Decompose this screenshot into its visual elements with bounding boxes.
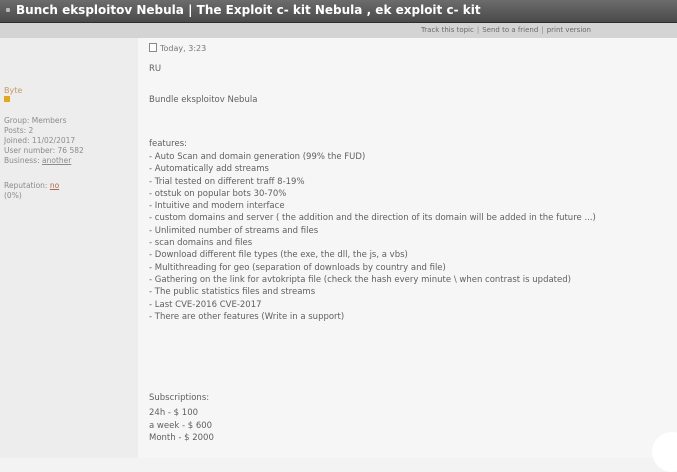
feature-item: - Intuitive and modern interface [149, 201, 285, 212]
feature-item: - Multithreading for geo (separation of … [149, 262, 446, 273]
rank-badge-icon [4, 96, 10, 102]
send-to-friend-link[interactable]: Send to a friend [482, 26, 538, 34]
reputation-percent: (0%) [4, 191, 22, 200]
print-version-link[interactable]: print version [547, 26, 591, 34]
subscriptions-list: 24h - $ 100 a week - $ 600 Month - $ 200… [149, 407, 214, 445]
business-label: Business: [4, 156, 40, 165]
feature-item: - Automatically add streams [149, 164, 269, 175]
author-posts: Posts: 2 [4, 126, 34, 135]
track-topic-link[interactable]: Track this topic [421, 26, 474, 34]
author-business: Business: another [4, 156, 71, 166]
features-heading: features: [149, 139, 187, 149]
post-subject: Bundle eksploitov Nebula [149, 95, 258, 105]
author-user-number: User number: 76 582 [4, 146, 84, 155]
author-joined: Joined: 11/02/2017 [4, 136, 76, 145]
features-list: - Auto Scan and domain generation (99% t… [149, 151, 596, 323]
author-username[interactable]: Byte [4, 86, 22, 96]
feature-item: - The public statistics files and stream… [149, 287, 316, 298]
author-sidebar: Byte Group: Members Posts: 2 Joined: 11/… [0, 38, 138, 458]
feature-item: - There are other features (Write in a s… [149, 311, 345, 322]
author-reputation: Reputation: no [4, 181, 59, 191]
separator: | [541, 26, 544, 34]
subscription-item: a week - $ 600 [149, 420, 213, 431]
post-document-icon [149, 43, 157, 52]
reputation-link[interactable]: no [50, 181, 59, 190]
feature-item: - otstuk on popular bots 30-70% [149, 188, 287, 199]
subscription-item: Month - $ 2000 [149, 433, 214, 443]
topic-title-bar: Bunch eksploitov Nebula | The Exploit c-… [0, 0, 677, 23]
feature-item: - Trial tested on different traff 8-19% [149, 176, 305, 187]
feature-item: - custom domains and server ( the additi… [149, 213, 596, 224]
feature-item: - Download different file types (the exe… [149, 250, 408, 261]
separator: | [476, 26, 480, 34]
business-link[interactable]: another [42, 156, 71, 165]
post-date: Today, 3:23 [149, 43, 206, 53]
post-date-text: Today, 3:23 [160, 44, 207, 53]
topic-toolbar: Track this topic | Send to a friend | print … [0, 23, 677, 38]
feature-item: - Gathering on the link for avtokripta f… [149, 274, 571, 285]
post-language: RU [149, 64, 162, 74]
feature-item: - Last CVE-2016 CVE-2017 [149, 299, 262, 310]
feature-item: - Auto Scan and domain generation (99% t… [149, 152, 366, 162]
feature-item: - scan domains and files [149, 238, 253, 249]
topic-options: Track this topic | Send to a friend | print … [421, 26, 591, 34]
subscriptions-heading: Subscriptions: [149, 393, 210, 403]
subscription-item: 24h - $ 100 [149, 408, 199, 418]
feature-item: - Unlimited number of streams and files [149, 225, 319, 236]
topic-title: Bunch eksploitov Nebula | The Exploit c-… [16, 3, 481, 17]
reputation-label: Reputation: [4, 181, 48, 190]
bullet-icon [6, 8, 10, 12]
author-group: Group: Members [4, 116, 67, 125]
post-body: Today, 3:23 RU Bundle eksploitov Nebula … [138, 38, 677, 458]
